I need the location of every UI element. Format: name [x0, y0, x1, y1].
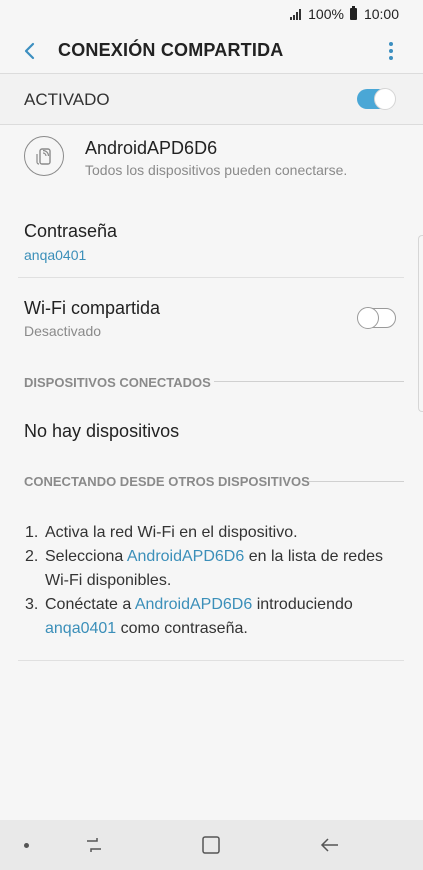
wifi-sharing-toggle[interactable] — [357, 307, 396, 329]
password-row[interactable]: Contraseña anqa0401 — [0, 205, 423, 275]
password-link: anqa0401 — [45, 620, 117, 637]
nav-dot-icon[interactable] — [24, 843, 29, 848]
master-switch-row[interactable]: ACTIVADO — [0, 74, 423, 124]
no-devices-text: No hay dispositivos — [24, 421, 180, 441]
network-name-link: AndroidAPD6D6 — [134, 596, 253, 613]
wifi-sharing-row[interactable]: Wi-Fi compartida Desactivado — [0, 286, 423, 350]
network-name-link: AndroidAPD6D6 — [126, 548, 245, 565]
instruction-step: 3. Conéctate a AndroidAPD6D6 introducien… — [25, 596, 353, 637]
instruction-step: 1. Activa la red Wi-Fi en el dispositivo… — [25, 524, 298, 541]
battery-percentage: 100% — [308, 6, 344, 22]
divider — [18, 660, 404, 661]
section-header-connecting: CONECTANDO DESDE OTROS DISPOSITIVOS — [24, 474, 310, 489]
battery-icon — [349, 6, 357, 20]
divider — [18, 277, 404, 278]
scrollbar[interactable] — [418, 235, 423, 412]
network-name: AndroidAPD6D6 — [85, 138, 218, 158]
network-description: Todos los dispositivos pueden conectarse… — [85, 162, 348, 178]
home-button[interactable] — [197, 832, 225, 858]
instructions-list: 1. Activa la red Wi-Fi en el dispositivo… — [25, 521, 405, 641]
section-divider — [308, 481, 404, 482]
wifi-sharing-status: Desactivado — [24, 323, 102, 339]
section-header-connected-devices: DISPOSITIVOS CONECTADOS — [24, 375, 211, 390]
instruction-step: 2. Selecciona AndroidAPD6D6 en la lista … — [25, 548, 383, 589]
recent-apps-icon — [87, 838, 101, 852]
wifi-sharing-label: Wi-Fi compartida — [24, 298, 161, 318]
signal-icon — [290, 8, 302, 20]
status-bar: 100% 10:00 — [0, 0, 423, 28]
network-name-row[interactable]: AndroidAPD6D6 Todos los dispositivos pue… — [0, 125, 423, 195]
more-options-button[interactable] — [379, 36, 403, 66]
more-options-icon — [389, 42, 393, 46]
password-label: Contraseña — [24, 221, 118, 241]
password-value: anqa0401 — [24, 247, 87, 263]
status-indicators: 100% 10:00 — [290, 6, 399, 22]
recent-apps-button[interactable] — [80, 832, 108, 858]
section-divider — [214, 381, 404, 382]
nav-back-icon — [320, 838, 338, 852]
app-bar: CONEXIÓN COMPARTIDA — [0, 28, 423, 74]
home-icon — [202, 836, 220, 854]
mobile-hotspot-icon — [24, 136, 64, 176]
clock: 10:00 — [363, 6, 399, 22]
master-switch-toggle[interactable] — [357, 88, 396, 110]
page-title: CONEXIÓN COMPARTIDA — [58, 40, 284, 60]
toggle-knob — [374, 88, 396, 110]
master-switch-label: ACTIVADO — [24, 90, 110, 109]
toggle-knob — [357, 307, 379, 329]
nav-back-button[interactable] — [316, 832, 344, 858]
back-arrow-icon — [24, 42, 35, 60]
navigation-bar — [0, 820, 423, 870]
back-button[interactable] — [14, 36, 44, 66]
